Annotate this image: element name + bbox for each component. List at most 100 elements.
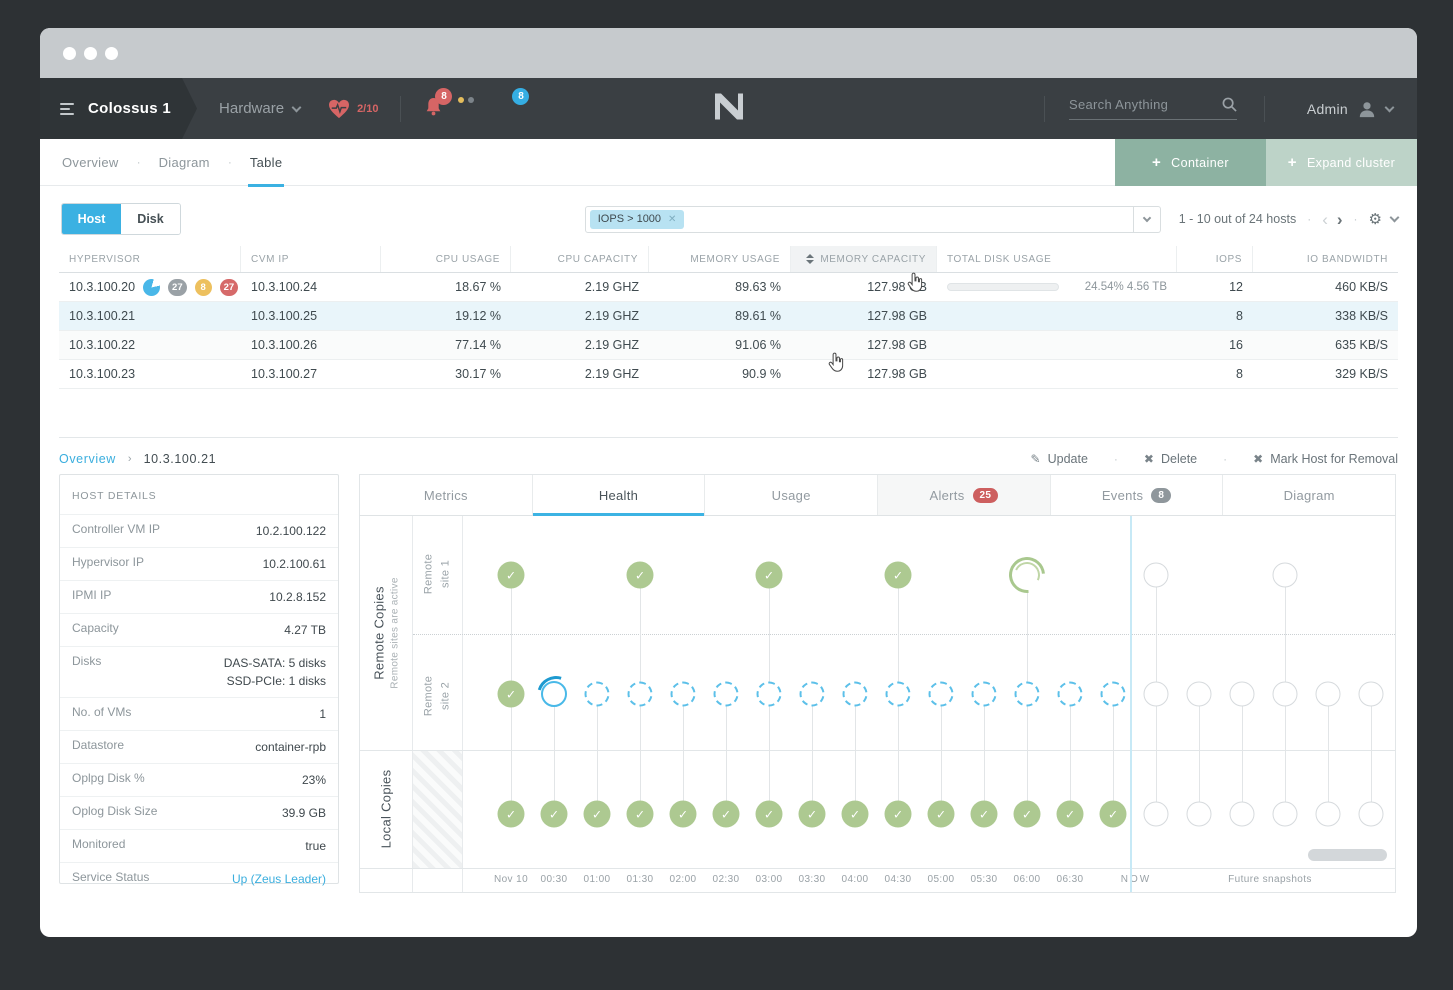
- expand-cluster-button[interactable]: + Expand cluster: [1266, 139, 1417, 186]
- subnav-tab-overview[interactable]: Overview: [60, 139, 121, 186]
- snapshot-future-remote-site-2[interactable]: [1187, 682, 1212, 707]
- tab-usage[interactable]: Usage: [705, 475, 878, 515]
- breadcrumb-overview-link[interactable]: Overview: [59, 452, 116, 466]
- snapshot-pending-remote-site-2[interactable]: [671, 682, 696, 707]
- tab-health[interactable]: Health: [533, 475, 706, 515]
- snapshot-future-local[interactable]: [1144, 802, 1169, 827]
- usage-pie-badge[interactable]: [143, 279, 160, 296]
- snapshot-pending-remote-site-2[interactable]: [843, 682, 868, 707]
- snapshot-check-remote-site-1[interactable]: ✓: [756, 562, 783, 589]
- snapshot-check-local[interactable]: ✓: [799, 801, 826, 828]
- snapshot-future-remote-site-2[interactable]: [1359, 682, 1384, 707]
- snapshot-sync-green-remote-site-1[interactable]: [1002, 550, 1053, 601]
- chip-remove-icon[interactable]: ✕: [668, 214, 676, 225]
- snapshot-pending-remote-site-2[interactable]: [714, 682, 739, 707]
- snapshot-check-local[interactable]: ✓: [670, 801, 697, 828]
- table-row[interactable]: 10.3.100.202782710.3.100.2418.67 %2.19 G…: [59, 273, 1398, 302]
- snapshot-future-remote-site-2[interactable]: [1144, 682, 1169, 707]
- snapshot-future-remote-site-2[interactable]: [1316, 682, 1341, 707]
- snapshot-pending-remote-site-2[interactable]: [886, 682, 911, 707]
- count-badge[interactable]: 27: [168, 279, 187, 296]
- snapshot-check-local[interactable]: ✓: [498, 801, 525, 828]
- tasks-indicator[interactable]: 8: [498, 100, 524, 118]
- window-minimize-icon[interactable]: [84, 47, 97, 60]
- action-update[interactable]: ✎Update: [1031, 452, 1088, 466]
- table-row[interactable]: 10.3.100.2210.3.100.2677.14 %2.19 GHZ91.…: [59, 331, 1398, 360]
- column-header-hypervisor[interactable]: HYPERVISOR: [59, 246, 241, 272]
- snapshot-pending-remote-site-2[interactable]: [972, 682, 997, 707]
- snapshot-future-local[interactable]: [1316, 802, 1341, 827]
- snapshot-check-local[interactable]: ✓: [928, 801, 955, 828]
- snapshot-check-remote-site-1[interactable]: ✓: [498, 562, 525, 589]
- snapshot-future-local[interactable]: [1230, 802, 1255, 827]
- snapshot-check-local[interactable]: ✓: [885, 801, 912, 828]
- snapshot-pending-remote-site-2[interactable]: [1058, 682, 1083, 707]
- snapshot-pending-remote-site-2[interactable]: [585, 682, 610, 707]
- action-delete[interactable]: ✖Delete: [1144, 452, 1197, 466]
- snapshot-pending-remote-site-2[interactable]: [929, 682, 954, 707]
- snapshot-future-local[interactable]: [1359, 802, 1384, 827]
- next-page-button[interactable]: ›: [1337, 211, 1343, 228]
- column-header-memory-capacity[interactable]: MEMORY CAPACITY: [791, 246, 937, 272]
- snapshot-pending-remote-site-2[interactable]: [1101, 682, 1126, 707]
- service-status-link[interactable]: Up (Zeus Leader): [232, 870, 326, 888]
- menu-icon[interactable]: [60, 103, 74, 115]
- section-dropdown[interactable]: Hardware: [219, 100, 300, 117]
- window-close-icon[interactable]: [63, 47, 76, 60]
- filter-chip[interactable]: IOPS > 1000 ✕: [590, 210, 685, 229]
- column-header-iops[interactable]: IOPS: [1177, 246, 1253, 272]
- window-maximize-icon[interactable]: [105, 47, 118, 60]
- tab-diagram[interactable]: Diagram: [1223, 475, 1395, 515]
- container-button[interactable]: + Container: [1115, 139, 1266, 186]
- column-header-cpu-capacity[interactable]: CPU CAPACITY: [511, 246, 649, 272]
- cluster-selector[interactable]: Colossus 1: [40, 78, 197, 139]
- snapshot-pending-remote-site-2[interactable]: [1015, 682, 1040, 707]
- snapshot-check-remote-site-2[interactable]: ✓: [498, 681, 525, 708]
- filter-input[interactable]: IOPS > 1000 ✕: [585, 206, 1134, 233]
- tab-events[interactable]: Events8: [1051, 475, 1224, 515]
- snapshot-check-local[interactable]: ✓: [842, 801, 869, 828]
- snapshot-check-local[interactable]: ✓: [756, 801, 783, 828]
- snapshot-future-remote-site-1[interactable]: [1144, 563, 1169, 588]
- snapshot-future-remote-site-2[interactable]: [1273, 682, 1298, 707]
- tab-metrics[interactable]: Metrics: [360, 475, 533, 515]
- subnav-tab-table[interactable]: Table: [248, 139, 285, 186]
- snapshot-check-local[interactable]: ✓: [1057, 801, 1084, 828]
- snapshot-check-local[interactable]: ✓: [1100, 801, 1127, 828]
- snapshot-pending-remote-site-2[interactable]: [757, 682, 782, 707]
- subnav-tab-diagram[interactable]: Diagram: [157, 139, 212, 186]
- filter-dropdown-button[interactable]: [1134, 206, 1161, 233]
- search-input[interactable]: Search Anything: [1069, 97, 1237, 120]
- snapshot-sync-blue-remote-site-2[interactable]: [541, 681, 567, 707]
- tab-alerts[interactable]: Alerts25: [878, 475, 1051, 515]
- column-header-cpu-usage[interactable]: CPU USAGE: [381, 246, 511, 272]
- toggle-host[interactable]: Host: [62, 204, 121, 234]
- snapshot-check-remote-site-1[interactable]: ✓: [627, 562, 654, 589]
- column-header-memory-usage[interactable]: MEMORY USAGE: [649, 246, 791, 272]
- snapshot-pending-remote-site-2[interactable]: [628, 682, 653, 707]
- count-badge[interactable]: 27: [220, 279, 239, 296]
- count-badge[interactable]: 8: [195, 279, 212, 296]
- snapshot-pending-remote-site-2[interactable]: [800, 682, 825, 707]
- search-icon[interactable]: [1222, 97, 1237, 112]
- timeline-scrollbar[interactable]: [1308, 849, 1387, 861]
- column-header-cvm-ip[interactable]: CVM IP: [241, 246, 381, 272]
- snapshot-check-local[interactable]: ✓: [713, 801, 740, 828]
- snapshot-check-remote-site-1[interactable]: ✓: [885, 562, 912, 589]
- toggle-disk[interactable]: Disk: [121, 204, 180, 234]
- chevron-down-icon[interactable]: [1390, 213, 1400, 223]
- table-row[interactable]: 10.3.100.2110.3.100.2519.12 %2.19 GHZ89.…: [59, 302, 1398, 331]
- action-mark-host-for-removal[interactable]: ✖Mark Host for Removal: [1253, 452, 1398, 466]
- prev-page-button[interactable]: ‹: [1322, 211, 1328, 228]
- snapshot-future-local[interactable]: [1187, 802, 1212, 827]
- snapshot-future-local[interactable]: [1273, 802, 1298, 827]
- column-header-io-bandwidth[interactable]: IO BANDWIDTH: [1253, 246, 1398, 272]
- table-settings-gear-icon[interactable]: ⚙: [1369, 210, 1382, 228]
- snapshot-check-local[interactable]: ✓: [971, 801, 998, 828]
- snapshot-check-local[interactable]: ✓: [541, 801, 568, 828]
- alerts-indicator[interactable]: 8: [425, 97, 442, 121]
- health-indicator[interactable]: 2/10: [328, 99, 378, 119]
- user-menu[interactable]: Admin: [1307, 100, 1393, 118]
- snapshot-check-local[interactable]: ✓: [584, 801, 611, 828]
- column-header-total-disk-usage[interactable]: TOTAL DISK USAGE: [937, 246, 1177, 272]
